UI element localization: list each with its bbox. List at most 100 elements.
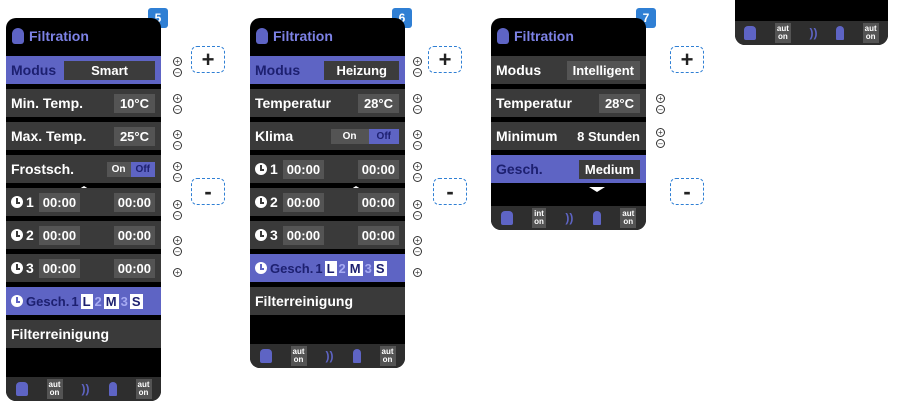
row-modus[interactable]: Modus Intelligent <box>491 56 646 84</box>
time-from[interactable]: 00:00 <box>282 159 325 179</box>
speed-number: 3 <box>120 293 128 309</box>
screen-5: Filtration Modus Smart Min. Temp. 10°C M… <box>6 18 161 401</box>
row-clock-1[interactable]: 1 00:00 00:00 <box>6 188 161 216</box>
minus-symbol-icon: – <box>413 141 422 150</box>
toggle-off[interactable]: Off <box>130 161 155 177</box>
row-value: Medium <box>578 159 640 179</box>
speed-low[interactable]: L <box>80 293 93 309</box>
row-gesch[interactable]: Gesch. Medium <box>491 155 646 192</box>
filter-icon <box>12 28 24 44</box>
plus-symbol-icon: + <box>656 128 665 137</box>
clock-number: 2 <box>26 227 34 243</box>
row-clock-3[interactable]: 3 00:00 00:00 <box>6 254 161 282</box>
row-minimum[interactable]: Minimum 8 Stunden <box>491 122 646 150</box>
speed-medium[interactable]: M <box>103 293 119 309</box>
clock-number: 1 <box>270 161 278 177</box>
screen-title: Filtration <box>514 28 574 44</box>
minus-symbol-icon: – <box>173 105 182 114</box>
time-from[interactable]: 00:00 <box>38 258 81 278</box>
row-value: 8 Stunden <box>577 128 640 144</box>
time-from[interactable]: 00:00 <box>282 225 325 245</box>
status-footer: aut on )) aut on <box>250 344 405 368</box>
filter-icon <box>500 211 513 225</box>
row-filter-cleaning[interactable]: Filterreinigung <box>6 320 161 348</box>
minus-symbol-icon: – <box>413 68 422 77</box>
speed-medium[interactable]: M <box>347 260 363 276</box>
row-filter-cleaning[interactable]: Filterreinigung <box>250 287 405 315</box>
clock-icon <box>255 196 267 208</box>
row-label: Modus <box>255 62 301 78</box>
light-icon <box>352 349 361 363</box>
minus-symbol-icon: – <box>173 173 182 182</box>
plus-symbol-icon: + <box>413 162 422 171</box>
speed-number: 1 <box>71 293 79 309</box>
wifi-icon: )) <box>809 26 818 40</box>
time-to[interactable]: 00:00 <box>357 225 399 245</box>
clock-icon <box>255 163 267 175</box>
row-clock-3[interactable]: 3 00:00 00:00 <box>250 221 405 249</box>
row-speed[interactable]: Gesch. 1 L 2 M 3 S <box>6 287 161 315</box>
row-value: 10°C <box>113 93 155 113</box>
row-clock-2[interactable]: 2 00:00 00:00 <box>250 188 405 216</box>
plus-button[interactable]: + <box>191 46 225 73</box>
screen-title: Filtration <box>273 28 333 44</box>
row-value: Heizung <box>324 60 399 80</box>
status-footer: aut on )) aut on <box>735 21 888 45</box>
row-temperatur[interactable]: Temperatur 28°C <box>250 89 405 117</box>
mini-screen: aut on )) aut on <box>735 0 888 45</box>
row-value: Intelligent <box>566 60 640 80</box>
minus-button[interactable]: - <box>670 178 704 205</box>
plus-symbol-icon: + <box>413 200 422 209</box>
header: Filtration <box>6 18 161 54</box>
row-value: 28°C <box>598 93 640 113</box>
row-clock-1[interactable]: 1 00:00 00:00 <box>250 155 405 191</box>
clock-icon <box>255 229 267 241</box>
filter-icon <box>259 349 272 363</box>
row-modus[interactable]: Modus Heizung <box>250 56 405 84</box>
row-speed[interactable]: Gesch. 1 L 2 M 3 S <box>250 254 405 282</box>
row-clock-2[interactable]: 2 00:00 00:00 <box>6 221 161 249</box>
clock-icon <box>11 295 23 307</box>
row-temperatur[interactable]: Temperatur 28°C <box>491 89 646 117</box>
time-to[interactable]: 00:00 <box>113 192 155 212</box>
toggle-off[interactable]: Off <box>368 128 399 144</box>
row-max-temp[interactable]: Max. Temp. 25°C <box>6 122 161 150</box>
row-klima[interactable]: Klima On Off <box>250 122 405 150</box>
row-min-temp[interactable]: Min. Temp. 10°C <box>6 89 161 117</box>
toggle-on[interactable]: On <box>107 162 131 177</box>
toggle-on[interactable]: On <box>331 129 369 144</box>
row-label: Min. Temp. <box>11 95 84 111</box>
light-icon <box>836 26 845 40</box>
plus-button[interactable]: + <box>670 46 704 73</box>
plus-symbol-icon: + <box>413 268 422 277</box>
climate-toggle[interactable]: On Off <box>330 128 399 144</box>
auto-badge: aut on <box>135 379 152 399</box>
time-from[interactable]: 00:00 <box>38 192 81 212</box>
row-frostschutz[interactable]: Frostsch. On Off <box>6 155 161 191</box>
speed-label: Gesch. <box>270 260 314 276</box>
plus-symbol-icon: + <box>413 130 422 139</box>
speed-low[interactable]: L <box>324 260 337 276</box>
time-from[interactable]: 00:00 <box>38 225 81 245</box>
speed-strong[interactable]: S <box>129 293 143 309</box>
time-to[interactable]: 00:00 <box>113 258 155 278</box>
speed-strong[interactable]: S <box>373 260 387 276</box>
plus-symbol-icon: + <box>413 236 422 245</box>
plus-button[interactable]: + <box>428 46 462 73</box>
minus-symbol-icon: – <box>656 139 665 148</box>
time-to[interactable]: 00:00 <box>357 159 399 179</box>
minus-button[interactable]: - <box>191 178 225 205</box>
header: Filtration <box>250 18 405 54</box>
plus-symbol-icon: + <box>413 57 422 66</box>
time-to[interactable]: 00:00 <box>357 192 399 212</box>
clock-icon <box>11 229 23 241</box>
minus-button[interactable]: - <box>433 178 467 205</box>
status-footer: int on )) aut on <box>491 206 646 230</box>
frost-toggle[interactable]: On Off <box>106 161 155 177</box>
speed-number: 3 <box>364 260 372 276</box>
minus-symbol-icon: – <box>413 247 422 256</box>
clock-number: 3 <box>26 260 34 276</box>
row-modus[interactable]: Modus Smart <box>6 56 161 84</box>
time-from[interactable]: 00:00 <box>282 192 325 212</box>
time-to[interactable]: 00:00 <box>113 225 155 245</box>
